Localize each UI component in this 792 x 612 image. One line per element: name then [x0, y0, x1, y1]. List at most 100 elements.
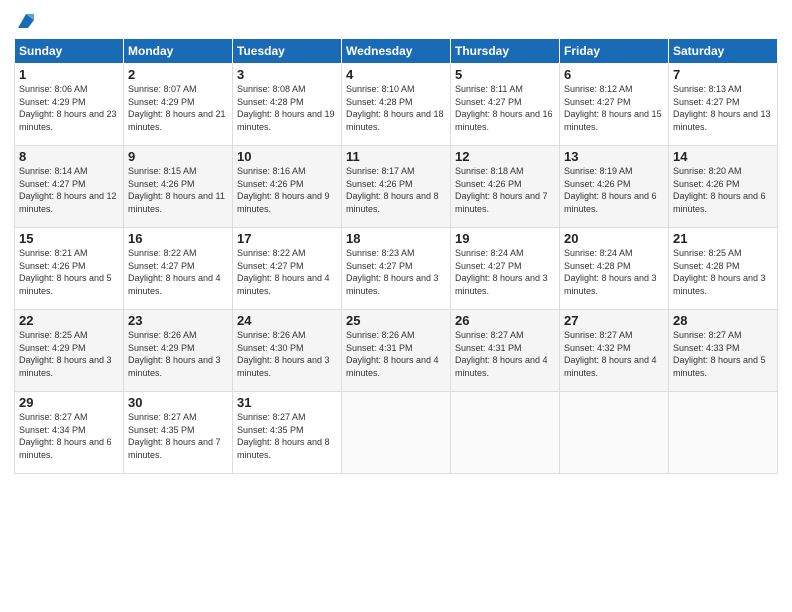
day-number: 2 [128, 67, 228, 82]
day-info: Sunrise: 8:13 AMSunset: 4:27 PMDaylight:… [673, 83, 773, 133]
day-number: 25 [346, 313, 446, 328]
day-number: 14 [673, 149, 773, 164]
calendar-cell: 18Sunrise: 8:23 AMSunset: 4:27 PMDayligh… [342, 228, 451, 310]
calendar-cell: 20Sunrise: 8:24 AMSunset: 4:28 PMDayligh… [560, 228, 669, 310]
calendar-cell: 25Sunrise: 8:26 AMSunset: 4:31 PMDayligh… [342, 310, 451, 392]
day-info: Sunrise: 8:06 AMSunset: 4:29 PMDaylight:… [19, 83, 119, 133]
calendar-cell [560, 392, 669, 474]
day-number: 31 [237, 395, 337, 410]
day-info: Sunrise: 8:10 AMSunset: 4:28 PMDaylight:… [346, 83, 446, 133]
day-number: 12 [455, 149, 555, 164]
day-number: 27 [564, 313, 664, 328]
calendar-row: 15Sunrise: 8:21 AMSunset: 4:26 PMDayligh… [15, 228, 778, 310]
day-number: 24 [237, 313, 337, 328]
weekday-header-row: SundayMondayTuesdayWednesdayThursdayFrid… [15, 39, 778, 64]
day-number: 28 [673, 313, 773, 328]
calendar-cell: 12Sunrise: 8:18 AMSunset: 4:26 PMDayligh… [451, 146, 560, 228]
day-number: 7 [673, 67, 773, 82]
calendar-cell: 22Sunrise: 8:25 AMSunset: 4:29 PMDayligh… [15, 310, 124, 392]
header [14, 10, 778, 30]
calendar-cell: 26Sunrise: 8:27 AMSunset: 4:31 PMDayligh… [451, 310, 560, 392]
day-info: Sunrise: 8:22 AMSunset: 4:27 PMDaylight:… [128, 247, 228, 297]
day-info: Sunrise: 8:27 AMSunset: 4:32 PMDaylight:… [564, 329, 664, 379]
day-info: Sunrise: 8:26 AMSunset: 4:30 PMDaylight:… [237, 329, 337, 379]
day-info: Sunrise: 8:15 AMSunset: 4:26 PMDaylight:… [128, 165, 228, 215]
calendar-cell: 6Sunrise: 8:12 AMSunset: 4:27 PMDaylight… [560, 64, 669, 146]
calendar-table: SundayMondayTuesdayWednesdayThursdayFrid… [14, 38, 778, 474]
weekday-header-tuesday: Tuesday [233, 39, 342, 64]
calendar-cell: 17Sunrise: 8:22 AMSunset: 4:27 PMDayligh… [233, 228, 342, 310]
weekday-header-thursday: Thursday [451, 39, 560, 64]
day-info: Sunrise: 8:07 AMSunset: 4:29 PMDaylight:… [128, 83, 228, 133]
day-info: Sunrise: 8:11 AMSunset: 4:27 PMDaylight:… [455, 83, 555, 133]
day-info: Sunrise: 8:27 AMSunset: 4:35 PMDaylight:… [128, 411, 228, 461]
day-number: 4 [346, 67, 446, 82]
logo-icon [16, 10, 36, 30]
calendar-cell: 2Sunrise: 8:07 AMSunset: 4:29 PMDaylight… [124, 64, 233, 146]
weekday-header-monday: Monday [124, 39, 233, 64]
day-number: 5 [455, 67, 555, 82]
calendar-cell: 3Sunrise: 8:08 AMSunset: 4:28 PMDaylight… [233, 64, 342, 146]
weekday-header-friday: Friday [560, 39, 669, 64]
day-info: Sunrise: 8:20 AMSunset: 4:26 PMDaylight:… [673, 165, 773, 215]
day-number: 6 [564, 67, 664, 82]
day-number: 20 [564, 231, 664, 246]
day-number: 19 [455, 231, 555, 246]
calendar-cell: 23Sunrise: 8:26 AMSunset: 4:29 PMDayligh… [124, 310, 233, 392]
calendar-row: 1Sunrise: 8:06 AMSunset: 4:29 PMDaylight… [15, 64, 778, 146]
day-info: Sunrise: 8:24 AMSunset: 4:28 PMDaylight:… [564, 247, 664, 297]
day-number: 10 [237, 149, 337, 164]
main-container: SundayMondayTuesdayWednesdayThursdayFrid… [0, 0, 792, 482]
calendar-cell: 9Sunrise: 8:15 AMSunset: 4:26 PMDaylight… [124, 146, 233, 228]
day-info: Sunrise: 8:27 AMSunset: 4:33 PMDaylight:… [673, 329, 773, 379]
calendar-cell: 14Sunrise: 8:20 AMSunset: 4:26 PMDayligh… [669, 146, 778, 228]
day-info: Sunrise: 8:24 AMSunset: 4:27 PMDaylight:… [455, 247, 555, 297]
day-info: Sunrise: 8:23 AMSunset: 4:27 PMDaylight:… [346, 247, 446, 297]
calendar-cell: 31Sunrise: 8:27 AMSunset: 4:35 PMDayligh… [233, 392, 342, 474]
calendar-row: 8Sunrise: 8:14 AMSunset: 4:27 PMDaylight… [15, 146, 778, 228]
day-info: Sunrise: 8:27 AMSunset: 4:35 PMDaylight:… [237, 411, 337, 461]
calendar-cell: 30Sunrise: 8:27 AMSunset: 4:35 PMDayligh… [124, 392, 233, 474]
calendar-row: 29Sunrise: 8:27 AMSunset: 4:34 PMDayligh… [15, 392, 778, 474]
day-info: Sunrise: 8:08 AMSunset: 4:28 PMDaylight:… [237, 83, 337, 133]
day-number: 16 [128, 231, 228, 246]
day-info: Sunrise: 8:26 AMSunset: 4:29 PMDaylight:… [128, 329, 228, 379]
day-info: Sunrise: 8:16 AMSunset: 4:26 PMDaylight:… [237, 165, 337, 215]
day-number: 9 [128, 149, 228, 164]
calendar-cell: 13Sunrise: 8:19 AMSunset: 4:26 PMDayligh… [560, 146, 669, 228]
calendar-cell: 5Sunrise: 8:11 AMSunset: 4:27 PMDaylight… [451, 64, 560, 146]
calendar-cell: 1Sunrise: 8:06 AMSunset: 4:29 PMDaylight… [15, 64, 124, 146]
calendar-cell: 27Sunrise: 8:27 AMSunset: 4:32 PMDayligh… [560, 310, 669, 392]
day-number: 8 [19, 149, 119, 164]
day-number: 13 [564, 149, 664, 164]
calendar-cell: 24Sunrise: 8:26 AMSunset: 4:30 PMDayligh… [233, 310, 342, 392]
day-number: 23 [128, 313, 228, 328]
day-number: 29 [19, 395, 119, 410]
day-number: 3 [237, 67, 337, 82]
day-number: 18 [346, 231, 446, 246]
day-number: 26 [455, 313, 555, 328]
day-info: Sunrise: 8:12 AMSunset: 4:27 PMDaylight:… [564, 83, 664, 133]
logo [14, 10, 36, 30]
calendar-cell: 19Sunrise: 8:24 AMSunset: 4:27 PMDayligh… [451, 228, 560, 310]
day-info: Sunrise: 8:14 AMSunset: 4:27 PMDaylight:… [19, 165, 119, 215]
calendar-cell: 15Sunrise: 8:21 AMSunset: 4:26 PMDayligh… [15, 228, 124, 310]
calendar-cell: 16Sunrise: 8:22 AMSunset: 4:27 PMDayligh… [124, 228, 233, 310]
weekday-header-saturday: Saturday [669, 39, 778, 64]
calendar-row: 22Sunrise: 8:25 AMSunset: 4:29 PMDayligh… [15, 310, 778, 392]
day-number: 1 [19, 67, 119, 82]
calendar-cell: 21Sunrise: 8:25 AMSunset: 4:28 PMDayligh… [669, 228, 778, 310]
day-info: Sunrise: 8:26 AMSunset: 4:31 PMDaylight:… [346, 329, 446, 379]
day-number: 22 [19, 313, 119, 328]
calendar-cell: 7Sunrise: 8:13 AMSunset: 4:27 PMDaylight… [669, 64, 778, 146]
weekday-header-wednesday: Wednesday [342, 39, 451, 64]
day-number: 11 [346, 149, 446, 164]
logo-text [14, 10, 36, 30]
day-info: Sunrise: 8:21 AMSunset: 4:26 PMDaylight:… [19, 247, 119, 297]
day-info: Sunrise: 8:27 AMSunset: 4:31 PMDaylight:… [455, 329, 555, 379]
day-info: Sunrise: 8:25 AMSunset: 4:29 PMDaylight:… [19, 329, 119, 379]
calendar-cell: 10Sunrise: 8:16 AMSunset: 4:26 PMDayligh… [233, 146, 342, 228]
calendar-cell: 8Sunrise: 8:14 AMSunset: 4:27 PMDaylight… [15, 146, 124, 228]
calendar-cell [451, 392, 560, 474]
calendar-cell [342, 392, 451, 474]
